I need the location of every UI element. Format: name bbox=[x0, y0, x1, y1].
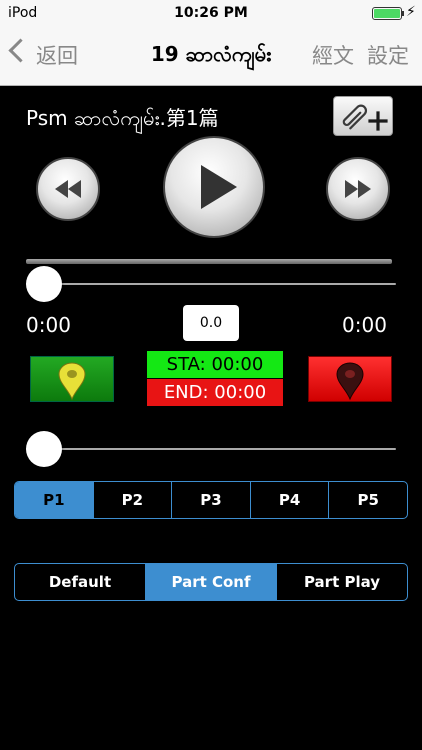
tab-mode-part-play[interactable]: Part Play bbox=[276, 564, 407, 600]
page-title: 19 ဆာလံကျမ်း bbox=[150, 42, 272, 66]
volume-slider-track[interactable] bbox=[26, 448, 396, 450]
tab-part-p2[interactable]: P2 bbox=[92, 482, 172, 518]
mode-selector: Default Part Conf Part Play bbox=[14, 563, 408, 601]
scripture-button[interactable]: 經文 bbox=[312, 40, 354, 70]
end-marker-label: END: 00:00 bbox=[147, 379, 283, 406]
play-button[interactable] bbox=[163, 136, 265, 238]
clock: 10:26 PM bbox=[174, 5, 248, 21]
battery-level bbox=[374, 9, 400, 18]
lightning-icon: ⚡︎ bbox=[406, 4, 416, 20]
tab-part-p4[interactable]: P4 bbox=[249, 482, 329, 518]
current-time: 0:00 bbox=[26, 313, 71, 337]
rewind-icon bbox=[55, 180, 81, 198]
set-start-button[interactable] bbox=[30, 356, 114, 402]
total-time: 0:00 bbox=[342, 313, 387, 337]
map-pin-red-icon bbox=[336, 362, 364, 401]
speed-field[interactable]: 0.0 bbox=[183, 305, 239, 341]
tab-part-p5[interactable]: P5 bbox=[328, 482, 407, 518]
track-title: Psm ဆာလံကျမ်း.第1篇 bbox=[26, 106, 219, 130]
fast-forward-icon bbox=[345, 180, 371, 198]
play-icon bbox=[201, 165, 237, 209]
progress-slider-thumb[interactable] bbox=[26, 266, 62, 302]
rewind-button[interactable] bbox=[36, 157, 100, 221]
tab-part-p1[interactable]: P1 bbox=[15, 482, 93, 518]
battery-icon bbox=[372, 7, 402, 20]
set-end-button[interactable] bbox=[308, 356, 392, 402]
paperclip-add-icon bbox=[342, 104, 388, 131]
tab-mode-part-conf[interactable]: Part Conf bbox=[145, 564, 276, 600]
tab-mode-default[interactable]: Default bbox=[15, 564, 145, 600]
attach-button[interactable] bbox=[333, 96, 393, 136]
part-selector: P1 P2 P3 P4 P5 bbox=[14, 481, 408, 519]
volume-slider-thumb[interactable] bbox=[26, 431, 62, 467]
tab-part-p3[interactable]: P3 bbox=[171, 482, 250, 518]
battery-tip bbox=[402, 11, 404, 16]
progress-slider-track[interactable] bbox=[26, 283, 396, 285]
waveform-bar bbox=[26, 259, 392, 264]
settings-button[interactable]: 設定 bbox=[367, 40, 409, 70]
fast-forward-button[interactable] bbox=[326, 157, 390, 221]
map-pin-green-icon bbox=[58, 362, 86, 401]
start-marker-label: STA: 00:00 bbox=[147, 351, 283, 378]
